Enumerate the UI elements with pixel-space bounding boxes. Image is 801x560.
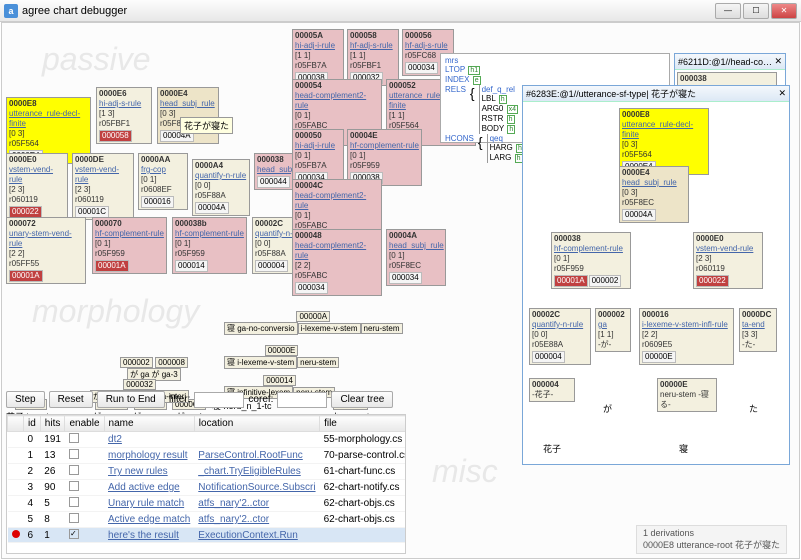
chart-node[interactable]: 0000E8utterance_rule-decl-finite[0 3]r05…: [619, 108, 709, 175]
maximize-button[interactable]: ☐: [743, 3, 769, 19]
close-icon[interactable]: ✕: [778, 88, 786, 99]
filter-label: filter:: [169, 394, 191, 405]
tooltip: 花子が寝た: [180, 117, 233, 134]
grid-header[interactable]: id: [24, 416, 41, 432]
filter-input[interactable]: [194, 392, 244, 408]
chart-node[interactable]: 0000A4quantify-n-rule[0 0]r05F88A00004A: [192, 159, 250, 216]
chart-node[interactable]: 00004Ahead_subj_rule[0 1]r05F8EC000034: [386, 229, 446, 286]
run-to-end-button[interactable]: Run to End: [97, 391, 165, 408]
chart-node[interactable]: 0000E6hi-adj-s-rule[1 3]r05FBF1000058: [96, 87, 152, 144]
grid-header[interactable]: hits: [40, 416, 65, 432]
step-button[interactable]: Step: [6, 391, 45, 408]
chart-node[interactable]: 0000E4head_subj_rule[0 3]r05F8EC00004A: [619, 166, 689, 223]
canvas: passive morphology misc 0000E8utterance_…: [1, 22, 800, 559]
chart-node[interactable]: 000038bhf-complement-rule[0 1]r05F959000…: [172, 217, 247, 274]
grid-header[interactable]: file: [320, 416, 406, 432]
chart-node[interactable]: 000016i-lexeme-v-stem-infl-rule[2 2]r060…: [639, 308, 734, 365]
status-bar: 1 derivations 0000E8 utterance-root 花子が寝…: [636, 525, 787, 554]
chart-node[interactable]: 0000DCta-end[3 3]-た-: [739, 308, 777, 352]
window-title: agree chart debugger: [22, 5, 715, 17]
chart-node[interactable]: 00005Ahi-adj-i-rule[1 1]r05FB7A000038: [292, 29, 344, 86]
titlebar: a agree chart debugger — ☐ ✕: [0, 0, 801, 22]
chart-node[interactable]: 000050hi-adj-i-rule[0 1]r05FB7A000034: [292, 129, 344, 186]
close-button[interactable]: ✕: [771, 3, 797, 19]
table-row[interactable]: 58Active edge matchatfs_nary'2..ctor62-c…: [8, 512, 407, 528]
breakpoint-grid[interactable]: idhitsenablenamelocationfileline 0191dt2…: [6, 414, 406, 554]
close-icon[interactable]: ✕: [774, 56, 782, 67]
chart-node[interactable]: 000002ga[1 1]-が-: [595, 308, 631, 352]
table-row[interactable]: 45Unary rule matchatfs_nary'2..ctor62-ch…: [8, 496, 407, 512]
tree-leaf-label: が: [603, 402, 612, 415]
table-row[interactable]: 113morphology resultParseControl.RootFun…: [8, 448, 407, 464]
table-row[interactable]: 0191dt255-morphology.cs414: [8, 432, 407, 448]
table-row[interactable]: 61here's the resultExecutionContext.Run0: [8, 528, 407, 543]
chart-node[interactable]: 0000AAfrg-cop[0 1]r0608EF000016: [138, 153, 188, 210]
grid-header[interactable]: name: [104, 416, 194, 432]
grid-header[interactable]: [8, 416, 24, 432]
chart-node[interactable]: 00004Ehf-complement-rule[0 1]r05F9590000…: [347, 129, 422, 186]
chart-node[interactable]: 000038hf-complement-rule[0 1]r05F9590000…: [551, 232, 631, 289]
chart-node[interactable]: 000048head-complement2-rule[2 2]r05FABC0…: [292, 229, 382, 296]
coref-label: coref:: [248, 394, 273, 405]
chart-node[interactable]: 000058hf-adj-s-rule[1 1]r05FBF1000032: [347, 29, 399, 86]
chart-node[interactable]: 00002Cquantify-n-rule[0 0]r05E88A000004: [529, 308, 591, 365]
chart-node[interactable]: 000004-花子-: [529, 378, 575, 402]
tree-leaf-label: 寝: [679, 442, 688, 455]
chart-node[interactable]: 0000DEvstem-vend-rule[2 3]r06011900001C: [72, 153, 134, 220]
grid-header[interactable]: enable: [65, 416, 104, 432]
chart-node[interactable]: 0000E0vstem-vend-rule[2 3]r060119000022: [6, 153, 68, 220]
watermark-morphology: morphology: [32, 293, 199, 330]
table-row[interactable]: 390Add active edgeNotificationSource.Sub…: [8, 480, 407, 496]
tree-leaf-label: 花子: [543, 442, 561, 455]
morph-node[interactable]: 000002 000008が ga が ga-3: [120, 357, 188, 381]
subwindow-utterance[interactable]: #6283E:@1//utterance-sf-type| 花子が寝た✕ 000…: [522, 85, 790, 465]
minimize-button[interactable]: —: [715, 3, 741, 19]
app-icon: a: [4, 4, 18, 18]
reset-button[interactable]: Reset: [49, 391, 93, 408]
grid-header[interactable]: location: [194, 416, 319, 432]
watermark-misc: misc: [432, 453, 498, 490]
chart-node[interactable]: 0000E4head_subj_rule[0 3]r05F8EC00004A: [157, 87, 219, 144]
morph-node[interactable]: 00000A寝 ga-no-conversioi-lexeme-v-stemne…: [224, 311, 403, 335]
clear-tree-button[interactable]: Clear tree: [331, 391, 393, 408]
table-row[interactable]: 226Try new rules_chart.TryEligibleRules6…: [8, 464, 407, 480]
chart-node[interactable]: 000072unary-stem-vend-rule[2 2]r05FF5500…: [6, 217, 86, 284]
tree-leaf-label: た: [749, 402, 758, 415]
chart-node[interactable]: 0000E0vstem-vend-rule[2 3]r060119000022: [693, 232, 763, 289]
morph-node[interactable]: 00000E寝 i-lexeme-v-stemneru-stem: [224, 345, 339, 369]
chart-node[interactable]: 00000Eneru-stem -寝る-: [657, 378, 717, 412]
coref-input[interactable]: [277, 392, 327, 408]
chart-node[interactable]: 000070hf-complement-rule[0 1]r05F9590000…: [92, 217, 167, 274]
toolbar: Step Reset Run to End filter: coref: Cle…: [6, 391, 393, 408]
watermark-passive: passive: [42, 41, 151, 78]
